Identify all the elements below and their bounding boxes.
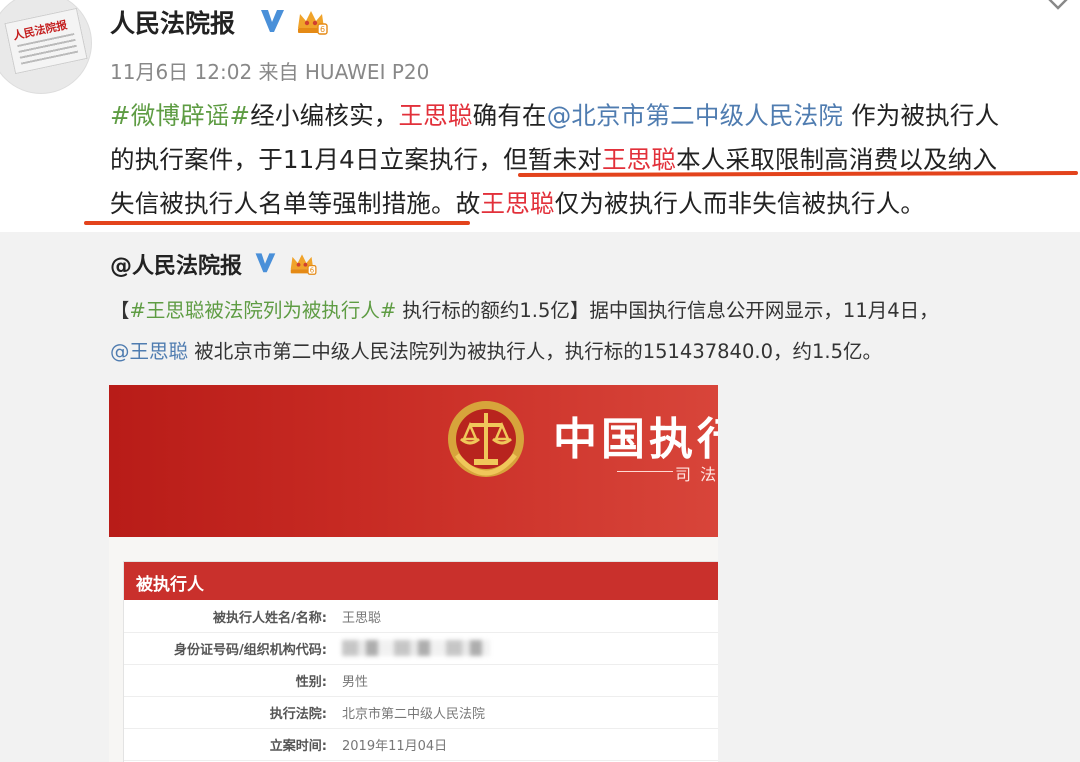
post-text: 。故 bbox=[431, 189, 481, 218]
info-row: 执行法院: 北京市第二中级人民法院 bbox=[124, 696, 718, 729]
court-emblem-icon bbox=[448, 401, 524, 477]
post-text-line-1: #微博辟谣#经小编核实，王思聪确有在@北京市第二中级人民法院 作为被执行人 bbox=[110, 97, 999, 132]
avatar[interactable]: 人民法院报 bbox=[0, 0, 92, 94]
field-label: 立案时间: bbox=[269, 739, 327, 754]
repost-text-line-2: @王思聪 被北京市第二中级人民法院列为被执行人，执行标的151437840.0，… bbox=[110, 335, 882, 364]
chevron-down-icon[interactable] bbox=[1046, 0, 1070, 12]
hashtag-link[interactable]: #王思聪被法院列为被执行人# bbox=[130, 299, 397, 322]
hashtag-link[interactable]: #微博辟谣# bbox=[110, 101, 250, 130]
person-name: 王思聪 bbox=[601, 145, 677, 174]
post-meta: 11月6日 12:02 来自 HUAWEI P20 bbox=[110, 56, 429, 85]
field-label: 被执行人姓名/名称: bbox=[213, 611, 327, 626]
vip-crown-icon: 6 bbox=[290, 254, 317, 275]
info-row: 被执行人姓名/名称: 王思聪 bbox=[124, 600, 718, 633]
post-text: 作为被执行人 bbox=[843, 101, 1000, 130]
svg-text:6: 6 bbox=[310, 267, 314, 275]
banner-subtitle: 司 法 bbox=[675, 465, 718, 484]
mention-link[interactable]: @北京市第二中级人民法院 bbox=[547, 101, 843, 130]
info-row: 立案时间: 2019年11月04日 bbox=[124, 728, 718, 761]
repost-text-line-1: 【#王思聪被法院列为被执行人# 执行标的额约1.5亿】据中国执行信息公开网显示，… bbox=[110, 294, 939, 323]
field-label: 身份证号码/组织机构代码: bbox=[174, 643, 327, 658]
post-text: 失信被执行人名单等强制措施 bbox=[110, 189, 432, 218]
info-row: 身份证号码/组织机构代码: bbox=[124, 632, 718, 665]
weibo-post: 人民法院报 人民法院报 6 11月6日 12:02 来自 HUAWEI P20 … bbox=[0, 0, 1080, 232]
attached-image[interactable]: 中国执行 司 法 被执行人 被执行人姓名/名称: 王思聪 身份证号码/组织机构代… bbox=[109, 385, 718, 762]
post-source-prefix: 来自 bbox=[258, 60, 299, 84]
repost-text: 【 bbox=[110, 299, 130, 322]
mention-link[interactable]: @王思聪 bbox=[110, 340, 188, 363]
field-value: 王思聪 bbox=[342, 611, 382, 626]
verified-badge-icon bbox=[255, 253, 276, 273]
field-value: 北京市第二中级人民法院 bbox=[342, 707, 486, 722]
repost-text: 执行标的额约1.5亿】据中国执行信息公开网显示，11月4日， bbox=[396, 299, 939, 322]
post-timestamp: 11月6日 12:02 bbox=[110, 60, 253, 84]
field-label: 性别: bbox=[295, 675, 327, 690]
post-text-line-3: 失信被执行人名单等强制措施。故王思聪仅为被执行人而非失信被执行人。 bbox=[110, 185, 925, 220]
svg-text:6: 6 bbox=[320, 25, 325, 34]
repost-text: 被北京市第二中级人民法院列为被执行人，执行标的151437840.0，约1.5亿… bbox=[188, 340, 882, 363]
highlight-underline bbox=[517, 171, 1079, 177]
post-text: 本人采取限制高消费以及纳入 bbox=[676, 145, 998, 174]
person-name: 王思聪 bbox=[398, 101, 473, 130]
redacted-value bbox=[342, 640, 490, 656]
debtor-info-panel: 被执行人 被执行人姓名/名称: 王思聪 身份证号码/组织机构代码: 性别: 男性… bbox=[123, 561, 718, 762]
vip-crown-icon: 6 bbox=[298, 11, 328, 35]
panel-header: 被执行人 bbox=[124, 562, 718, 600]
person-name: 王思聪 bbox=[480, 189, 555, 218]
post-text: 的执行案件，于11月4日立案执行， bbox=[110, 145, 504, 174]
panel-title: 被执行人 bbox=[136, 575, 204, 595]
verified-badge-icon bbox=[261, 10, 284, 32]
repost-account-mention[interactable]: @人民法院报 bbox=[110, 248, 242, 280]
field-value: 2019年11月04日 bbox=[342, 739, 448, 754]
post-text: 确有在 bbox=[472, 101, 547, 130]
account-name[interactable]: 人民法院报 bbox=[110, 4, 235, 40]
post-device[interactable]: HUAWEI P20 bbox=[305, 60, 429, 84]
field-label: 执行法院: bbox=[269, 707, 327, 722]
field-value: 男性 bbox=[342, 675, 369, 690]
post-text-line-2: 的执行案件，于11月4日立案执行，但暂未对王思聪本人采取限制高消费以及纳入 bbox=[110, 141, 997, 176]
reposted-weibo[interactable]: @人民法院报 6 【#王思聪被法院列为被执行人# 执行标的额约1.5亿】据中国执… bbox=[0, 232, 1080, 762]
highlight-underline bbox=[84, 221, 470, 225]
newspaper-logo-icon: 人民法院报 bbox=[4, 7, 88, 75]
post-text: 但暂未对 bbox=[503, 145, 602, 174]
post-text: 仅为被执行人而非失信被执行人。 bbox=[554, 189, 926, 218]
image-banner: 中国执行 司 法 bbox=[109, 385, 718, 537]
post-text: 经小编核实， bbox=[250, 101, 399, 130]
banner-title: 中国执行 bbox=[553, 414, 718, 465]
info-row: 性别: 男性 bbox=[124, 664, 718, 697]
